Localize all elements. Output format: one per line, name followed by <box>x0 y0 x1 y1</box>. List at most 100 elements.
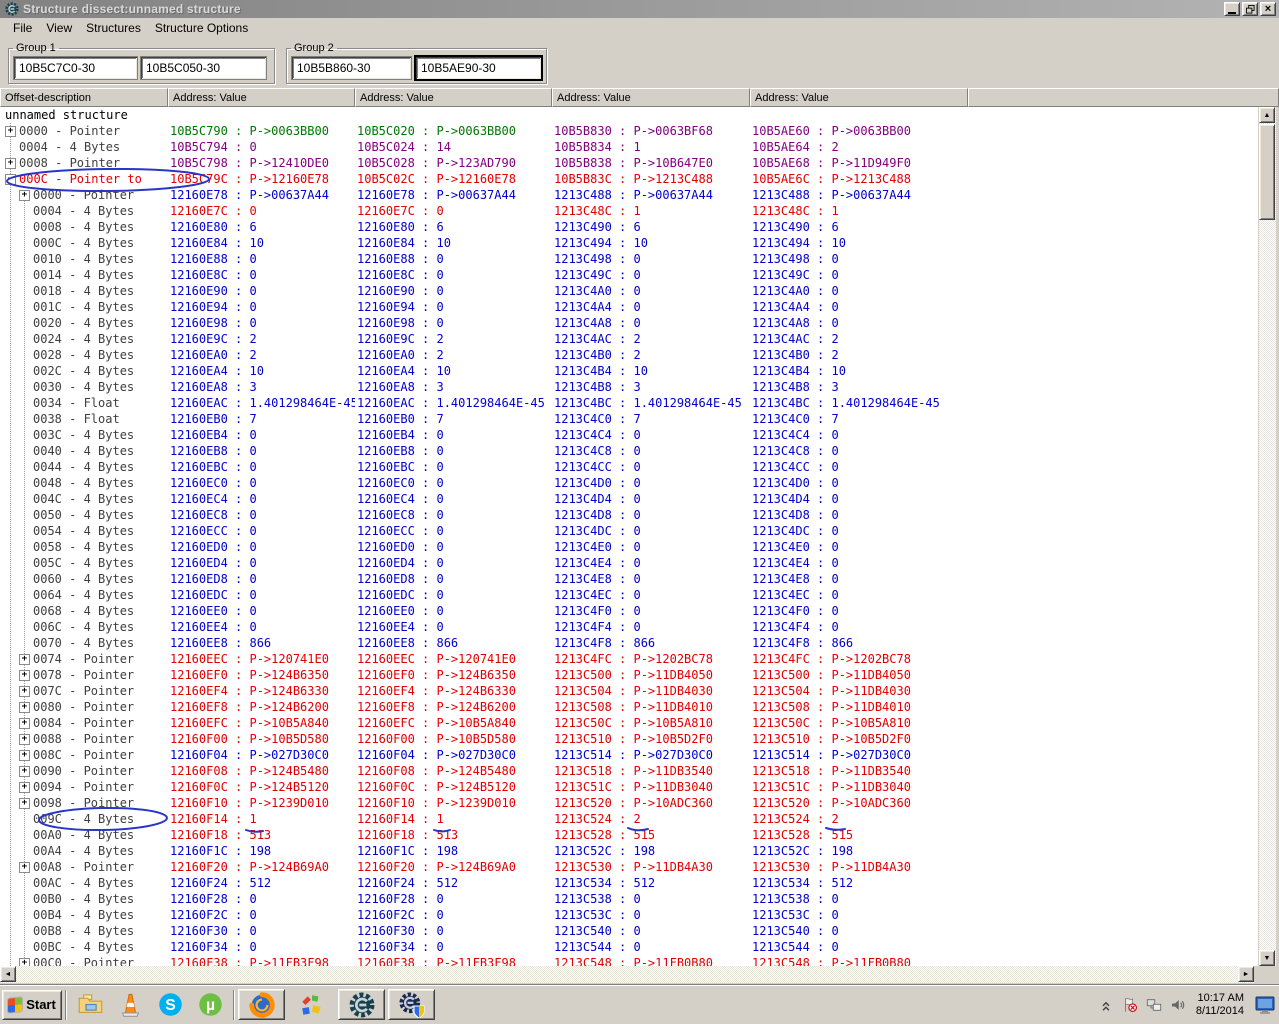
address-value-cell[interactable]: 1213C510 : P->10B5D2F0 <box>750 731 968 747</box>
scroll-up-arrow-icon[interactable]: ▲ <box>1259 107 1275 123</box>
address-value-cell[interactable]: 1213C540 : 0 <box>750 923 968 939</box>
address-value-cell[interactable]: 12160F1C : 198 <box>168 843 355 859</box>
address-value-cell[interactable]: 1213C4FC : P->1202BC78 <box>552 651 750 667</box>
address-value-cell[interactable]: 1213C51C : P->11DB3040 <box>750 779 968 795</box>
address-value-cell[interactable]: 12160ED0 : 0 <box>355 539 552 555</box>
table-row-0030[interactable]: 0030 - 4 Bytes12160EA8 : 312160EA8 : 312… <box>0 379 1258 395</box>
address-value-cell[interactable]: 12160F30 : 0 <box>355 923 552 939</box>
address-value-cell[interactable]: 1213C4E4 : 0 <box>750 555 968 571</box>
address-value-cell[interactable]: 12160ED4 : 0 <box>355 555 552 571</box>
address-value-cell[interactable]: 1213C4D0 : 0 <box>552 475 750 491</box>
table-row-0040[interactable]: 0040 - 4 Bytes12160EB8 : 012160EB8 : 012… <box>0 443 1258 459</box>
address-value-cell[interactable]: 1213C504 : P->11DB4030 <box>552 683 750 699</box>
address-value-cell[interactable]: 1213C53C : 0 <box>750 907 968 923</box>
address-value-cell[interactable]: 1213C4E8 : 0 <box>750 571 968 587</box>
address-value-cell[interactable]: 12160E8C : 0 <box>168 267 355 283</box>
table-row-0024[interactable]: 0024 - 4 Bytes12160E9C : 212160E9C : 212… <box>0 331 1258 347</box>
address-value-cell[interactable]: 12160F20 : P->124B69A0 <box>168 859 355 875</box>
explorer-icon[interactable] <box>70 989 110 1021</box>
address-value-cell[interactable]: 1213C4F4 : 0 <box>750 619 968 635</box>
menu-item-view[interactable]: View <box>39 19 79 37</box>
address-value-cell[interactable]: 1213C494 : 10 <box>750 235 968 251</box>
expand-plus-icon[interactable]: + <box>19 190 30 201</box>
address-value-cell[interactable]: 12160EE8 : 866 <box>355 635 552 651</box>
address-value-cell[interactable]: 12160F2C : 0 <box>168 907 355 923</box>
scroll-left-arrow-icon[interactable]: ◄ <box>0 966 16 982</box>
address-value-cell[interactable]: 10B5B830 : P->0063BF68 <box>552 123 750 139</box>
address-value-cell[interactable]: 12160EA8 : 3 <box>355 379 552 395</box>
address-value-cell[interactable]: 1213C518 : P->11DB3540 <box>750 763 968 779</box>
close-button[interactable]: × <box>1260 2 1276 16</box>
address-value-cell[interactable]: 1213C538 : 0 <box>552 891 750 907</box>
address-value-cell[interactable]: 1213C508 : P->11DB4010 <box>750 699 968 715</box>
address-value-cell[interactable]: 1213C488 : P->00637A44 <box>750 187 968 203</box>
column-header-2[interactable]: Address: Value <box>355 88 552 107</box>
table-row-00AC[interactable]: 00AC - 4 Bytes12160F24 : 51212160F24 : 5… <box>0 875 1258 891</box>
menu-item-structures[interactable]: Structures <box>79 19 148 37</box>
address-value-cell[interactable]: 1213C4E4 : 0 <box>552 555 750 571</box>
address-value-cell[interactable]: 12160E94 : 0 <box>168 299 355 315</box>
table-row-0004[interactable]: 0004 - 4 Bytes12160E7C : 012160E7C : 012… <box>0 203 1258 219</box>
address-value-cell[interactable]: 1213C4BC : 1.401298464E-45 <box>552 395 750 411</box>
address-value-cell[interactable]: 12160F18 : 513 <box>168 827 355 843</box>
address-value-cell[interactable]: 12160EE0 : 0 <box>355 603 552 619</box>
address-value-cell[interactable]: 12160F38 : P->11FB3F98 <box>355 955 552 966</box>
address-value-cell[interactable]: 12160EDC : 0 <box>168 587 355 603</box>
address-value-cell[interactable]: 10B5AE68 : P->11D949F0 <box>750 155 968 171</box>
table-row-0084[interactable]: +0084 - Pointer12160EFC : P->10B5A840121… <box>0 715 1258 731</box>
address-value-cell[interactable]: 1213C4E0 : 0 <box>750 539 968 555</box>
address-value-cell[interactable]: 12160E94 : 0 <box>355 299 552 315</box>
address-value-cell[interactable]: 12160EEC : P->120741E0 <box>355 651 552 667</box>
address-value-cell[interactable]: 1213C530 : P->11DB4A30 <box>750 859 968 875</box>
table-row-0008[interactable]: 0008 - 4 Bytes12160E80 : 612160E80 : 612… <box>0 219 1258 235</box>
address-value-cell[interactable]: 1213C488 : P->00637A44 <box>552 187 750 203</box>
address-value-cell[interactable]: 12160F14 : 1 <box>168 811 355 827</box>
table-row-0034[interactable]: 0034 - Float12160EAC : 1.401298464E-4512… <box>0 395 1258 411</box>
hidden-icons-icon[interactable] <box>1097 996 1115 1014</box>
expand-plus-icon[interactable]: + <box>19 670 30 681</box>
group-2-address-input-2[interactable] <box>416 57 541 79</box>
address-value-cell[interactable]: 1213C4B8 : 3 <box>552 379 750 395</box>
cheat-engine-shield-taskbar-button[interactable] <box>388 989 435 1020</box>
table-row-0008[interactable]: +0008 - Pointer10B5C798 : P->12410DE010B… <box>0 155 1258 171</box>
address-value-cell[interactable]: 12160EE0 : 0 <box>168 603 355 619</box>
address-value-cell[interactable]: 12160EE4 : 0 <box>168 619 355 635</box>
start-button[interactable]: Start <box>2 990 62 1020</box>
address-value-cell[interactable]: 1213C490 : 6 <box>552 219 750 235</box>
table-row-0088[interactable]: +0088 - Pointer12160F00 : P->10B5D580121… <box>0 731 1258 747</box>
table-row-0028[interactable]: 0028 - 4 Bytes12160EA0 : 212160EA0 : 212… <box>0 347 1258 363</box>
table-row-002C[interactable]: 002C - 4 Bytes12160EA4 : 1012160EA4 : 10… <box>0 363 1258 379</box>
address-value-cell[interactable]: 1213C4B0 : 2 <box>750 347 968 363</box>
address-value-cell[interactable]: 1213C4D8 : 0 <box>750 507 968 523</box>
expand-plus-icon[interactable]: + <box>19 686 30 697</box>
address-value-cell[interactable]: 12160EB8 : 0 <box>355 443 552 459</box>
address-value-cell[interactable]: 12160E98 : 0 <box>168 315 355 331</box>
address-value-cell[interactable]: 12160E8C : 0 <box>355 267 552 283</box>
table-row-0014[interactable]: 0014 - 4 Bytes12160E8C : 012160E8C : 012… <box>0 267 1258 283</box>
address-value-cell[interactable]: 1213C4A8 : 0 <box>552 315 750 331</box>
table-row-00A0[interactable]: 00A0 - 4 Bytes12160F18 : 51312160F18 : 5… <box>0 827 1258 843</box>
address-value-cell[interactable]: 1213C534 : 512 <box>552 875 750 891</box>
address-value-cell[interactable]: 1213C498 : 0 <box>750 251 968 267</box>
address-value-cell[interactable]: 12160F38 : P->11FB3F98 <box>168 955 355 966</box>
address-value-cell[interactable]: 1213C4F8 : 866 <box>750 635 968 651</box>
minimize-button[interactable] <box>1224 2 1240 16</box>
address-value-cell[interactable]: 1213C4DC : 0 <box>552 523 750 539</box>
address-value-cell[interactable]: 1213C514 : P->027D30C0 <box>750 747 968 763</box>
address-value-cell[interactable]: 12160E7C : 0 <box>355 203 552 219</box>
address-value-cell[interactable]: 10B5AE64 : 2 <box>750 139 968 155</box>
address-value-cell[interactable]: 12160EA4 : 10 <box>355 363 552 379</box>
table-row-000C[interactable]: 000C - 4 Bytes12160E84 : 1012160E84 : 10… <box>0 235 1258 251</box>
table-row-0098[interactable]: +0098 - Pointer12160F10 : P->1239D010121… <box>0 795 1258 811</box>
multicolor-app-taskbar-button[interactable] <box>288 989 335 1020</box>
address-value-cell[interactable]: 10B5C798 : P->12410DE0 <box>168 155 355 171</box>
skype-icon[interactable]: S <box>150 989 190 1021</box>
table-row-00B8[interactable]: 00B8 - 4 Bytes12160F30 : 012160F30 : 012… <box>0 923 1258 939</box>
address-value-cell[interactable]: 10B5B834 : 1 <box>552 139 750 155</box>
table-row-00BC[interactable]: 00BC - 4 Bytes12160F34 : 012160F34 : 012… <box>0 939 1258 955</box>
address-value-cell[interactable]: 1213C490 : 6 <box>750 219 968 235</box>
table-row-005C[interactable]: 005C - 4 Bytes12160ED4 : 012160ED4 : 012… <box>0 555 1258 571</box>
address-value-cell[interactable]: 1213C524 : 2 <box>552 811 750 827</box>
address-value-cell[interactable]: 12160E90 : 0 <box>168 283 355 299</box>
address-value-cell[interactable]: 1213C4AC : 2 <box>750 331 968 347</box>
